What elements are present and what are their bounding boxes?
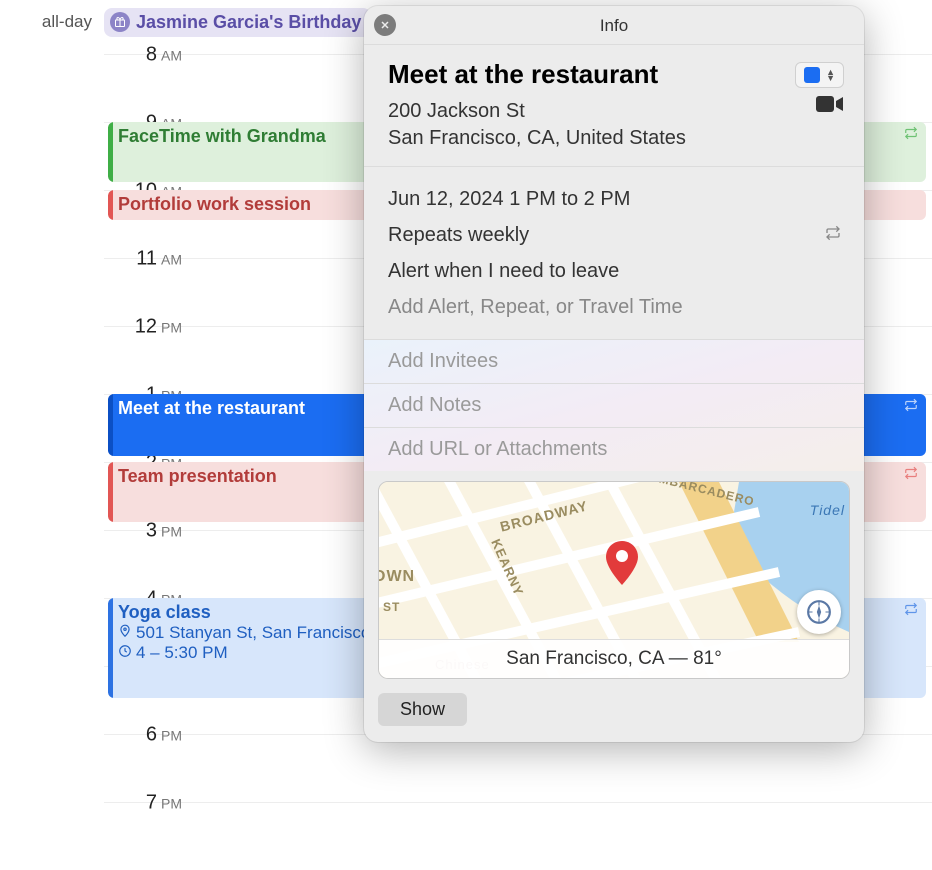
repeat-icon bbox=[902, 602, 920, 621]
hour-label: 12PM bbox=[104, 316, 182, 339]
map-pin-icon bbox=[605, 541, 639, 590]
location-pin-icon bbox=[118, 623, 132, 643]
add-alert-row[interactable]: Add Alert, Repeat, or Travel Time bbox=[388, 289, 844, 325]
add-url-button[interactable]: Add URL or Attachments bbox=[364, 428, 864, 471]
show-button[interactable]: Show bbox=[378, 693, 467, 726]
hour-label: 7PM bbox=[104, 792, 182, 815]
map-label-tidel: Tidel bbox=[810, 502, 845, 518]
calendar-color-swatch bbox=[804, 67, 820, 83]
add-invitees-button[interactable]: Add Invitees bbox=[364, 340, 864, 384]
repeat-icon bbox=[902, 126, 920, 145]
repeat-icon bbox=[822, 217, 844, 253]
calendar-color-picker[interactable]: ▲▼ bbox=[795, 62, 844, 88]
close-button[interactable] bbox=[374, 14, 396, 36]
map-section: BROADWAY KEARNY EMBARCADERO Tidel OWN ST… bbox=[364, 471, 864, 683]
gift-icon bbox=[110, 12, 130, 32]
alert-row[interactable]: Alert when I need to leave bbox=[388, 253, 844, 289]
clock-icon bbox=[118, 643, 132, 663]
hour-label: 6PM bbox=[104, 724, 182, 747]
popover-header: Info bbox=[364, 6, 864, 45]
map-view[interactable]: BROADWAY KEARNY EMBARCADERO Tidel OWN ST… bbox=[378, 481, 850, 679]
map-label-st: ST bbox=[383, 600, 400, 614]
popover-title: Info bbox=[600, 16, 628, 35]
all-day-event[interactable]: Jasmine Garcia's Birthday bbox=[104, 8, 371, 37]
map-compass-button[interactable] bbox=[797, 590, 841, 634]
repeat-icon bbox=[902, 466, 920, 485]
map-caption: San Francisco, CA — 81° bbox=[379, 639, 849, 678]
popover-footer: Show bbox=[364, 683, 864, 742]
add-notes-button[interactable]: Add Notes bbox=[364, 384, 864, 428]
datetime-section: Jun 12, 2024 1 PM to 2 PM Repeats weekly… bbox=[364, 167, 864, 340]
event-location[interactable]: 200 Jackson St San Francisco, CA, United… bbox=[388, 98, 844, 152]
event-info-popover: Info Meet at the restaurant ▲▼ 200 Jacks… bbox=[364, 6, 864, 742]
repeat-icon bbox=[902, 398, 920, 417]
event-title-text[interactable]: Meet at the restaurant bbox=[388, 59, 658, 90]
hour-label: 11AM bbox=[104, 248, 182, 271]
hour-label: 3PM bbox=[104, 520, 182, 543]
hour-label: 8AM bbox=[104, 44, 182, 67]
chevron-updown-icon: ▲▼ bbox=[826, 69, 835, 81]
placeholder-links: Add Invitees Add Notes Add URL or Attach… bbox=[364, 340, 864, 471]
date-time-row[interactable]: Jun 12, 2024 1 PM to 2 PM bbox=[388, 181, 844, 217]
all-day-label: all-day bbox=[22, 12, 92, 32]
all-day-event-title: Jasmine Garcia's Birthday bbox=[136, 12, 361, 33]
video-call-button[interactable] bbox=[816, 94, 844, 119]
repeats-row[interactable]: Repeats weekly bbox=[388, 217, 844, 253]
map-label-own: OWN bbox=[378, 568, 415, 586]
title-section: Meet at the restaurant ▲▼ 200 Jackson St… bbox=[364, 45, 864, 167]
